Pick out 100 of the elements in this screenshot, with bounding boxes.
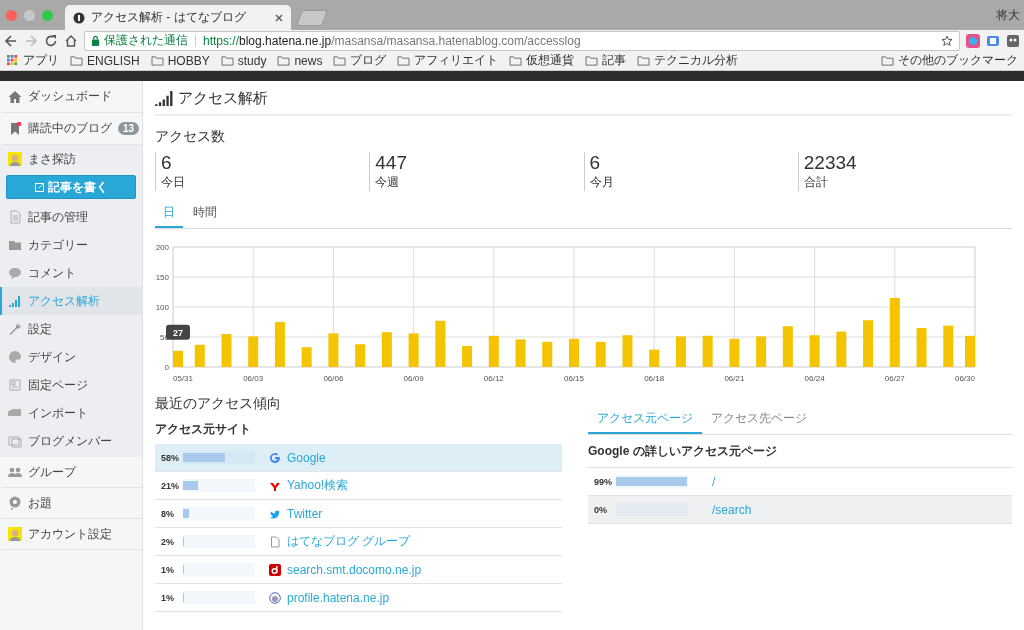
bar xyxy=(943,325,954,367)
sidebar-item[interactable]: 固定ページ xyxy=(0,371,142,399)
sidebar-item[interactable]: お題 xyxy=(0,488,142,519)
section-heading: アクセス数 xyxy=(155,128,226,146)
stat-label: 合計 xyxy=(803,174,829,191)
bookmark-item[interactable]: アフィリエイト xyxy=(397,52,499,69)
bar xyxy=(248,336,259,367)
source-row[interactable]: 58% Google xyxy=(155,444,562,472)
stat-label: 今週 xyxy=(375,174,401,191)
browser-tab[interactable]: アクセス解析 - はてなブログ xyxy=(65,5,291,30)
new-tab-button[interactable] xyxy=(296,10,328,26)
extension-icon[interactable] xyxy=(986,33,1000,48)
home-icon[interactable] xyxy=(64,33,78,48)
stat-value: 6 xyxy=(161,152,173,174)
sidebar-item[interactable]: グループ xyxy=(0,457,142,488)
bar xyxy=(863,320,874,367)
profile-name[interactable]: 将大 xyxy=(996,7,1020,24)
wrench-icon xyxy=(8,322,22,336)
pencil-icon xyxy=(34,182,45,192)
x-tick-label: 06/18 xyxy=(644,374,665,383)
period-tab[interactable]: 時間 xyxy=(185,201,225,228)
d-logo-icon xyxy=(269,563,281,576)
bookmark-item[interactable]: アプリ xyxy=(6,52,59,69)
home-icon xyxy=(8,89,22,104)
reload-icon[interactable] xyxy=(44,33,58,48)
page-title: アクセス解析 xyxy=(178,89,268,108)
source-row[interactable]: 2% はてなブログ グループ xyxy=(155,528,562,556)
table-heading: アクセス元サイト xyxy=(155,421,252,438)
sidebar-item[interactable]: デザイン xyxy=(0,343,142,371)
document-icon xyxy=(8,210,22,224)
sidebar-item[interactable]: 記事の管理 xyxy=(0,203,142,231)
people-icon xyxy=(8,465,22,479)
sidebar-item[interactable]: カテゴリー xyxy=(0,231,142,259)
percent-text: 99% xyxy=(594,476,613,487)
bookmark-item[interactable]: その他のブックマーク xyxy=(881,52,1018,69)
sidebar-item[interactable]: ブログメンバー xyxy=(0,427,142,455)
extension-icon[interactable] xyxy=(966,33,980,48)
bar xyxy=(408,333,419,367)
g-logo-icon xyxy=(269,451,281,464)
folder-icon xyxy=(70,55,83,66)
address-bar[interactable]: 保護された通信 https://blog.hatena.ne.jp/masansa/masansa.hatenablog.com/accesslog xyxy=(84,30,960,51)
x-tick-label: 06/30 xyxy=(954,374,975,383)
bar-chart-icon xyxy=(8,294,22,308)
percent-text: 8% xyxy=(161,508,175,519)
folder-icon xyxy=(220,55,234,66)
stat-value: 447 xyxy=(375,152,408,174)
close-tab-icon[interactable] xyxy=(275,13,283,22)
extension-icon[interactable] xyxy=(1006,33,1020,48)
bookmark-item[interactable]: テクニカル分析 xyxy=(637,52,739,69)
bar xyxy=(328,333,339,367)
source-row[interactable]: 1% search.smt.docomo.ne.jp xyxy=(155,556,562,584)
percent-text: 0% xyxy=(594,504,608,515)
bar xyxy=(488,335,499,367)
y-tick-label: 100 xyxy=(155,303,169,312)
x-tick-label: 06/24 xyxy=(804,374,825,383)
stat-value: 22334 xyxy=(803,152,858,174)
sidebar-item[interactable]: 設定 xyxy=(0,315,142,343)
bar xyxy=(729,338,740,367)
percent-text: 58% xyxy=(161,452,180,463)
x-tick-label: 06/03 xyxy=(243,374,264,383)
bookmark-item[interactable]: 仮想通貨 xyxy=(509,52,575,69)
folder-icon xyxy=(637,55,651,66)
bookmark-item[interactable]: 記事 xyxy=(585,52,627,69)
percent-text: 21% xyxy=(161,480,180,491)
x-tick-label: 06/06 xyxy=(323,374,344,383)
bookmark-item[interactable]: HOBBY xyxy=(150,53,210,68)
count-badge: 13 xyxy=(118,122,140,135)
x-tick-label: 06/09 xyxy=(403,374,424,383)
forward-icon[interactable] xyxy=(24,33,38,48)
table-heading: Google の詳しいアクセス元ページ xyxy=(588,435,1012,468)
bookmark-item[interactable]: news xyxy=(277,53,323,68)
source-row[interactable]: 21% Yahoo!検索 xyxy=(155,472,562,500)
back-icon[interactable] xyxy=(4,33,18,48)
bar xyxy=(542,341,553,367)
sidebar-item[interactable]: アカウント設定 xyxy=(0,519,142,550)
folder-icon xyxy=(277,55,291,66)
percent-text: 1% xyxy=(161,564,175,575)
bar xyxy=(435,320,446,367)
stat-value: 6 xyxy=(589,152,602,174)
bar xyxy=(462,346,473,367)
bar xyxy=(595,341,606,367)
avatar-icon xyxy=(8,152,22,166)
source-row[interactable]: 1% profile.hatena.ne.jp xyxy=(155,584,562,612)
page-tab[interactable]: アクセス先ページ xyxy=(702,407,816,434)
bar xyxy=(173,350,183,367)
bar xyxy=(965,335,975,367)
page-row[interactable]: 0% /search xyxy=(588,496,1012,524)
bookmark-item[interactable]: ブログ xyxy=(333,52,387,69)
avatar-icon xyxy=(269,591,281,604)
bar xyxy=(381,332,392,367)
lock-icon xyxy=(91,35,100,46)
sidebar-item[interactable]: インポート xyxy=(0,399,142,427)
sidebar-item[interactable]: コメント xyxy=(0,259,142,287)
bookmark-item[interactable]: ENGLISH xyxy=(70,53,140,68)
blog-name[interactable]: まさ探訪 xyxy=(0,145,142,173)
bar xyxy=(809,335,820,367)
star-icon[interactable] xyxy=(941,34,953,47)
source-row[interactable]: 8% Twitter xyxy=(155,500,562,528)
sidebar-item[interactable]: ダッシュボード xyxy=(0,81,142,113)
bookmark-item[interactable]: study xyxy=(220,53,267,68)
